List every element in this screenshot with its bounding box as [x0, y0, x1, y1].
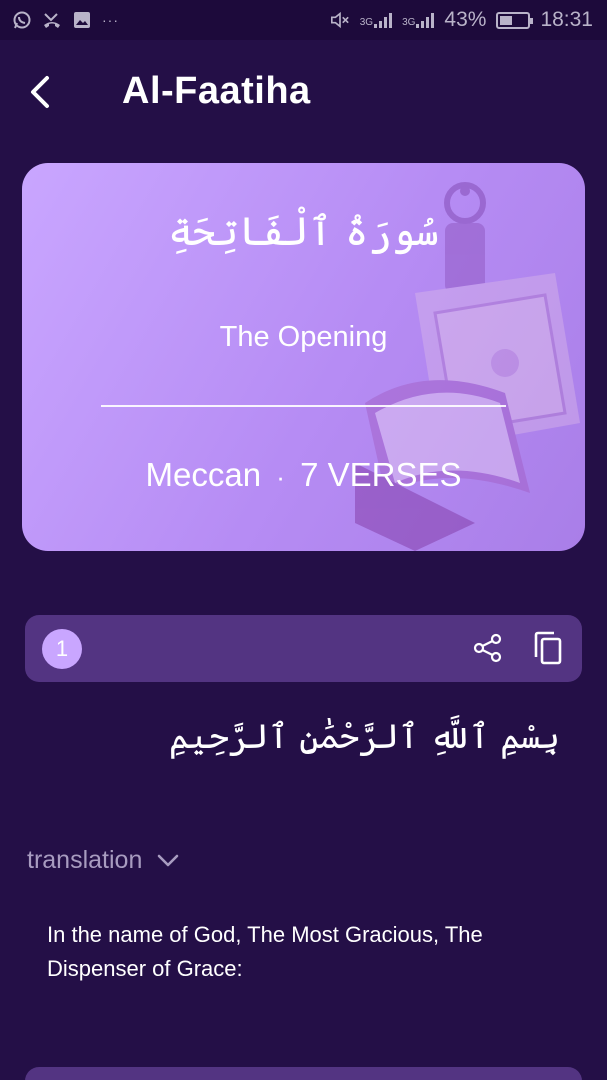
network-2-label: 3G	[402, 17, 416, 28]
share-icon	[473, 633, 502, 663]
network-2: 3G	[402, 12, 435, 28]
network-1-label: 3G	[359, 17, 374, 28]
surah-arabic-name: سُورَةُ ٱلْفَاتِحَةِ	[168, 209, 439, 255]
revelation-type: Meccan	[145, 456, 262, 493]
whatsapp-icon	[12, 10, 32, 30]
status-bar-left: ···	[12, 10, 119, 30]
verse-toolbar: 1	[25, 615, 582, 682]
surah-info-card: سُورَةُ ٱلْفَاتِحَةِ The Opening Meccan …	[22, 163, 585, 551]
status-bar: ··· 3G 3G 43% 18:31	[0, 0, 607, 40]
signal-1-icon	[374, 12, 393, 28]
surah-translation: The Opening	[219, 321, 388, 353]
missed-call-icon	[42, 10, 62, 30]
translation-label: translation	[27, 845, 143, 874]
mute-icon	[330, 10, 350, 30]
battery-icon	[496, 11, 534, 29]
meta-separator: ·	[276, 462, 285, 492]
next-verse-toolbar	[25, 1067, 582, 1080]
chevron-left-icon	[31, 76, 49, 108]
back-button[interactable]	[20, 70, 60, 114]
chevron-down-icon	[158, 854, 179, 867]
battery-percent: 43%	[444, 8, 487, 31]
verse-count: 7 VERSES	[300, 456, 462, 493]
copy-icon	[534, 631, 562, 665]
share-button[interactable]	[470, 630, 506, 666]
battery-fill	[500, 15, 512, 25]
page-title: Al-Faatiha	[122, 70, 311, 112]
header: Al-Faatiha	[0, 62, 607, 122]
status-bar-right: 3G 3G 43% 18:31	[330, 8, 593, 32]
gallery-icon	[72, 10, 92, 30]
clock: 18:31	[540, 8, 593, 31]
signal-2-icon	[416, 12, 435, 28]
copy-button[interactable]	[530, 629, 566, 667]
verse-number-badge: 1	[42, 629, 82, 669]
card-divider	[101, 405, 506, 407]
more-notifications-indicator: ···	[102, 12, 119, 28]
network-1: 3G	[359, 12, 393, 28]
surah-meta: Meccan · 7 VERSES	[22, 456, 585, 494]
verse-translation-text: In the name of God, The Most Gracious, T…	[47, 922, 483, 981]
verse-arabic-text: بِسْمِ ٱللَّهِ ٱلرَّحْمَٰنِ ٱلرَّحِيمِ	[168, 717, 560, 757]
translation-toggle[interactable]: translation	[27, 842, 180, 878]
